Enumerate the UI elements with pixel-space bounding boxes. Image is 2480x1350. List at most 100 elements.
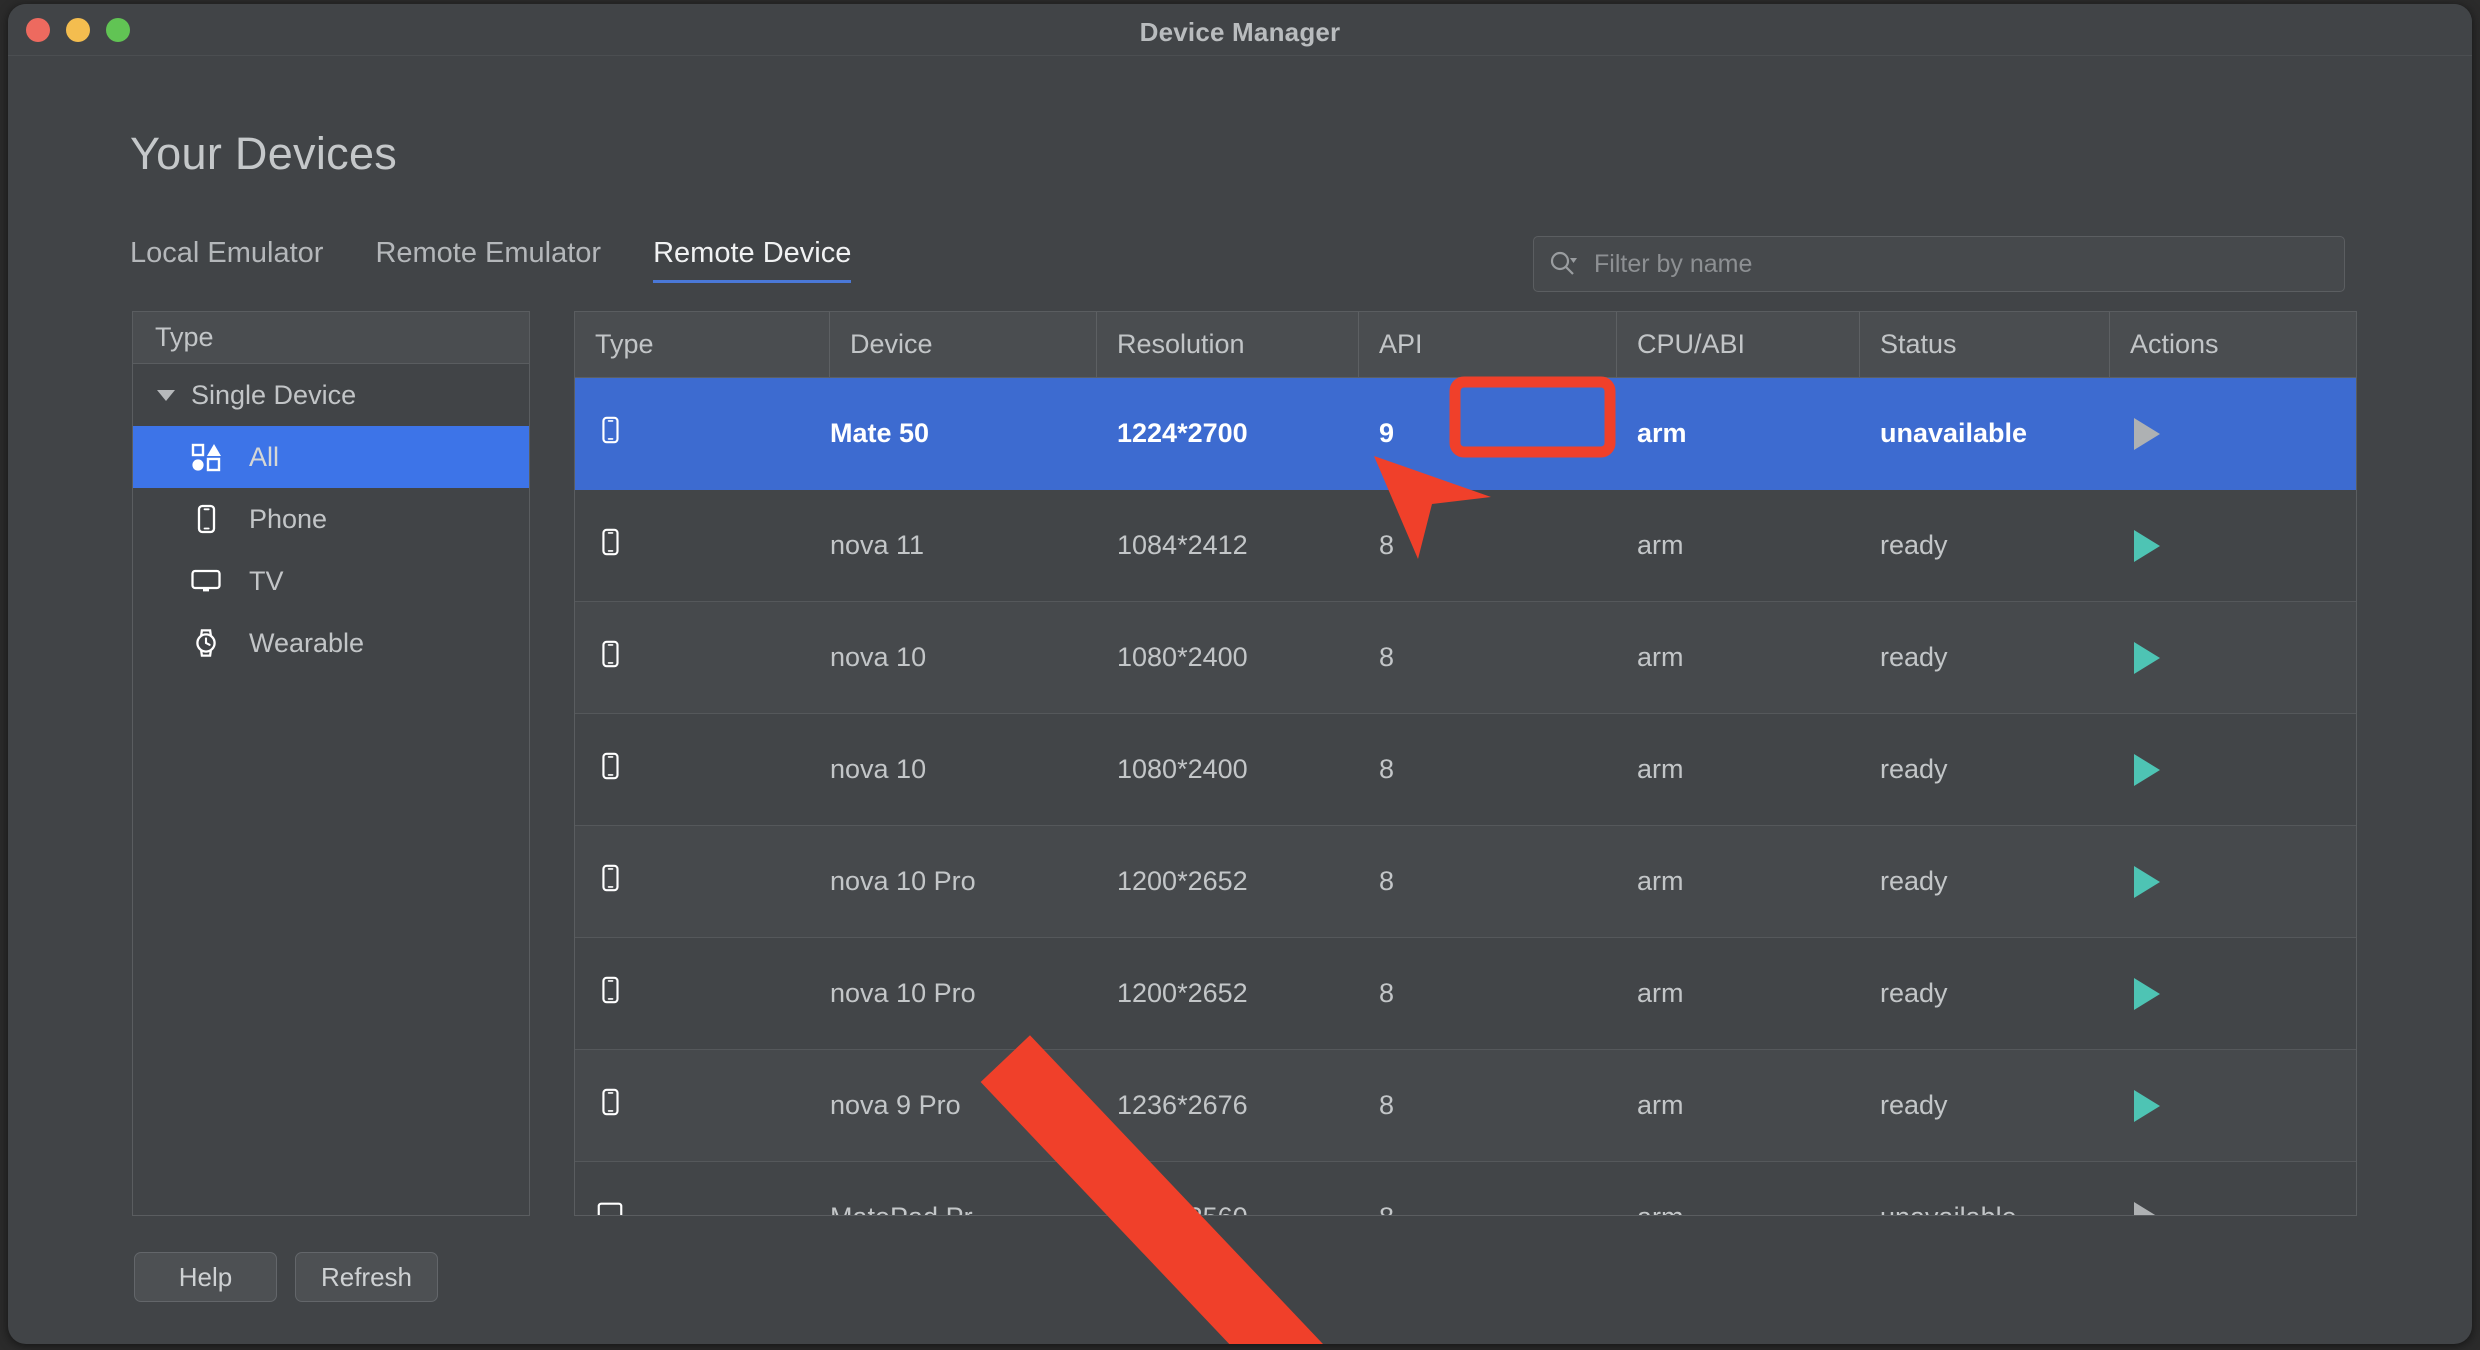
phone-icon bbox=[595, 527, 625, 564]
phone-icon bbox=[595, 1087, 625, 1124]
cell-cpu-abi-text: arm bbox=[1637, 1090, 1684, 1120]
table-row[interactable]: nova 10 1080*2400 8 arm ready bbox=[575, 714, 2356, 826]
column-header-actions[interactable]: Actions bbox=[2110, 312, 2356, 377]
table-row[interactable]: nova 10 Pro 1200*2652 8 arm ready bbox=[575, 938, 2356, 1050]
sidebar-item-phone[interactable]: Phone bbox=[133, 488, 529, 550]
cell-status-text: ready bbox=[1880, 1090, 1948, 1120]
cell-api-text: 8 bbox=[1379, 1202, 1394, 1215]
cell-status-text: ready bbox=[1880, 754, 1948, 784]
watch-icon bbox=[189, 626, 223, 660]
help-button[interactable]: Help bbox=[134, 1252, 277, 1302]
cell-actions bbox=[2110, 641, 2356, 674]
sidebar-item-tv[interactable]: TV bbox=[133, 550, 529, 612]
cell-resolution: 1084*2412 bbox=[1097, 530, 1359, 561]
table-row[interactable]: nova 9 Pro 1236*2676 8 arm ready bbox=[575, 1050, 2356, 1162]
cell-device: nova 10 Pro bbox=[830, 866, 1097, 897]
cell-device: nova 9 Pro bbox=[830, 1090, 1097, 1121]
sidebar-item-label: All bbox=[249, 441, 280, 472]
sidebar-item-wearable[interactable]: Wearable bbox=[133, 612, 529, 674]
play-icon[interactable] bbox=[2134, 641, 2160, 674]
cell-resolution: 1600*2560 bbox=[1097, 1202, 1359, 1215]
column-header-api[interactable]: API bbox=[1359, 312, 1617, 377]
device-manager-window: Device Manager Your Devices Local Emulat… bbox=[8, 4, 2472, 1344]
filter-search-box[interactable]: Filter by name bbox=[1533, 236, 2345, 292]
sidebar-item-all[interactable]: All bbox=[133, 426, 529, 488]
cell-api-text: 8 bbox=[1379, 866, 1395, 896]
table-row[interactable]: Mate 50 1224*2700 9 arm unavailable bbox=[575, 378, 2356, 490]
column-header-device[interactable]: Device bbox=[830, 312, 1097, 377]
chevron-down-icon[interactable] bbox=[157, 389, 175, 401]
cell-api-text: 9 bbox=[1379, 418, 1395, 448]
search-icon[interactable] bbox=[1548, 249, 1578, 279]
column-header-status[interactable]: Status bbox=[1860, 312, 2110, 377]
footer-button-bar: Help Refresh bbox=[134, 1252, 438, 1302]
cell-cpu-abi-text: arm bbox=[1637, 754, 1684, 784]
cell-resolution-text: 1200*2652 bbox=[1117, 866, 1248, 896]
play-icon[interactable] bbox=[2134, 417, 2160, 450]
tab-local-emulator[interactable]: Local Emulator bbox=[130, 237, 323, 283]
play-icon[interactable] bbox=[2134, 977, 2160, 1010]
tree-group-single-device[interactable]: Single Device bbox=[133, 364, 529, 426]
table-header-row: Type Device Resolution API CPU/ABI Statu… bbox=[575, 312, 2356, 378]
cell-status-text: ready bbox=[1880, 978, 1948, 1008]
cell-resolution-text: 1224*2700 bbox=[1117, 418, 1248, 448]
cell-device: nova 11 bbox=[830, 530, 1097, 561]
tab-remote-emulator[interactable]: Remote Emulator bbox=[375, 237, 601, 283]
cell-resolution-text: 1080*2400 bbox=[1117, 754, 1248, 784]
cell-api-text: 8 bbox=[1379, 978, 1395, 1008]
refresh-button[interactable]: Refresh bbox=[295, 1252, 438, 1302]
cell-device-text: nova 10 Pro bbox=[830, 978, 976, 1008]
sidebar-item-label: Phone bbox=[249, 503, 328, 534]
phone-icon bbox=[189, 502, 223, 536]
play-icon[interactable] bbox=[2134, 1089, 2160, 1122]
cell-device-text: MatePad Pr bbox=[830, 1202, 973, 1215]
cell-api-text: 8 bbox=[1379, 754, 1395, 784]
table-row[interactable]: nova 11 1084*2412 8 arm ready bbox=[575, 490, 2356, 602]
table-row[interactable]: MatePad Pr 1600*2560 8 arm unavailable bbox=[575, 1162, 2356, 1215]
cell-resolution-text: 1600*2560 bbox=[1117, 1202, 1248, 1215]
cell-status: ready bbox=[1860, 1090, 2110, 1121]
cell-api: 8 bbox=[1359, 1090, 1617, 1121]
column-header-type[interactable]: Type bbox=[575, 312, 830, 377]
title-bar: Device Manager bbox=[8, 4, 2472, 56]
cell-device-text: nova 10 Pro bbox=[830, 866, 976, 896]
cell-resolution: 1200*2652 bbox=[1097, 866, 1359, 897]
cell-cpu-abi-text: arm bbox=[1637, 978, 1684, 1008]
sidebar-item-label: TV bbox=[249, 565, 284, 596]
cell-actions bbox=[2110, 753, 2356, 786]
cell-device: MatePad Pr bbox=[830, 1202, 1097, 1215]
search-input[interactable]: Filter by name bbox=[1594, 250, 1752, 279]
play-icon[interactable] bbox=[2134, 529, 2160, 562]
play-icon[interactable] bbox=[2134, 1201, 2160, 1215]
cell-cpu-abi: arm bbox=[1617, 1202, 1860, 1215]
cell-status: ready bbox=[1860, 530, 2110, 561]
tv-icon bbox=[189, 564, 223, 598]
cell-cpu-abi: arm bbox=[1617, 866, 1860, 897]
cell-actions bbox=[2110, 529, 2356, 562]
tab-remote-device[interactable]: Remote Device bbox=[653, 237, 852, 283]
column-header-resolution[interactable]: Resolution bbox=[1097, 312, 1359, 377]
cell-api: 8 bbox=[1359, 866, 1617, 897]
cell-api: 9 bbox=[1359, 418, 1617, 449]
cell-actions bbox=[2110, 977, 2356, 1010]
type-panel-header: Type bbox=[133, 312, 529, 364]
phone-icon bbox=[595, 639, 625, 676]
play-icon[interactable] bbox=[2134, 865, 2160, 898]
cell-type bbox=[575, 751, 830, 788]
cell-status-text: unavailable bbox=[1880, 1202, 2017, 1215]
cell-actions bbox=[2110, 417, 2356, 450]
table-row[interactable]: nova 10 1080*2400 8 arm ready bbox=[575, 602, 2356, 714]
table-row[interactable]: nova 10 Pro 1200*2652 8 arm ready bbox=[575, 826, 2356, 938]
cell-type bbox=[575, 1199, 830, 1215]
cell-cpu-abi: arm bbox=[1617, 754, 1860, 785]
play-icon[interactable] bbox=[2134, 753, 2160, 786]
cell-cpu-abi-text: arm bbox=[1637, 418, 1687, 448]
cell-resolution: 1200*2652 bbox=[1097, 978, 1359, 1009]
cell-api-text: 8 bbox=[1379, 642, 1395, 672]
column-header-cpu-abi[interactable]: CPU/ABI bbox=[1617, 312, 1860, 377]
cell-cpu-abi-text: arm bbox=[1637, 642, 1684, 672]
cell-cpu-abi-text: arm bbox=[1637, 1202, 1684, 1215]
phone-icon bbox=[595, 863, 625, 900]
tree-group-label: Single Device bbox=[191, 379, 357, 410]
cell-api-text: 8 bbox=[1379, 1090, 1395, 1120]
